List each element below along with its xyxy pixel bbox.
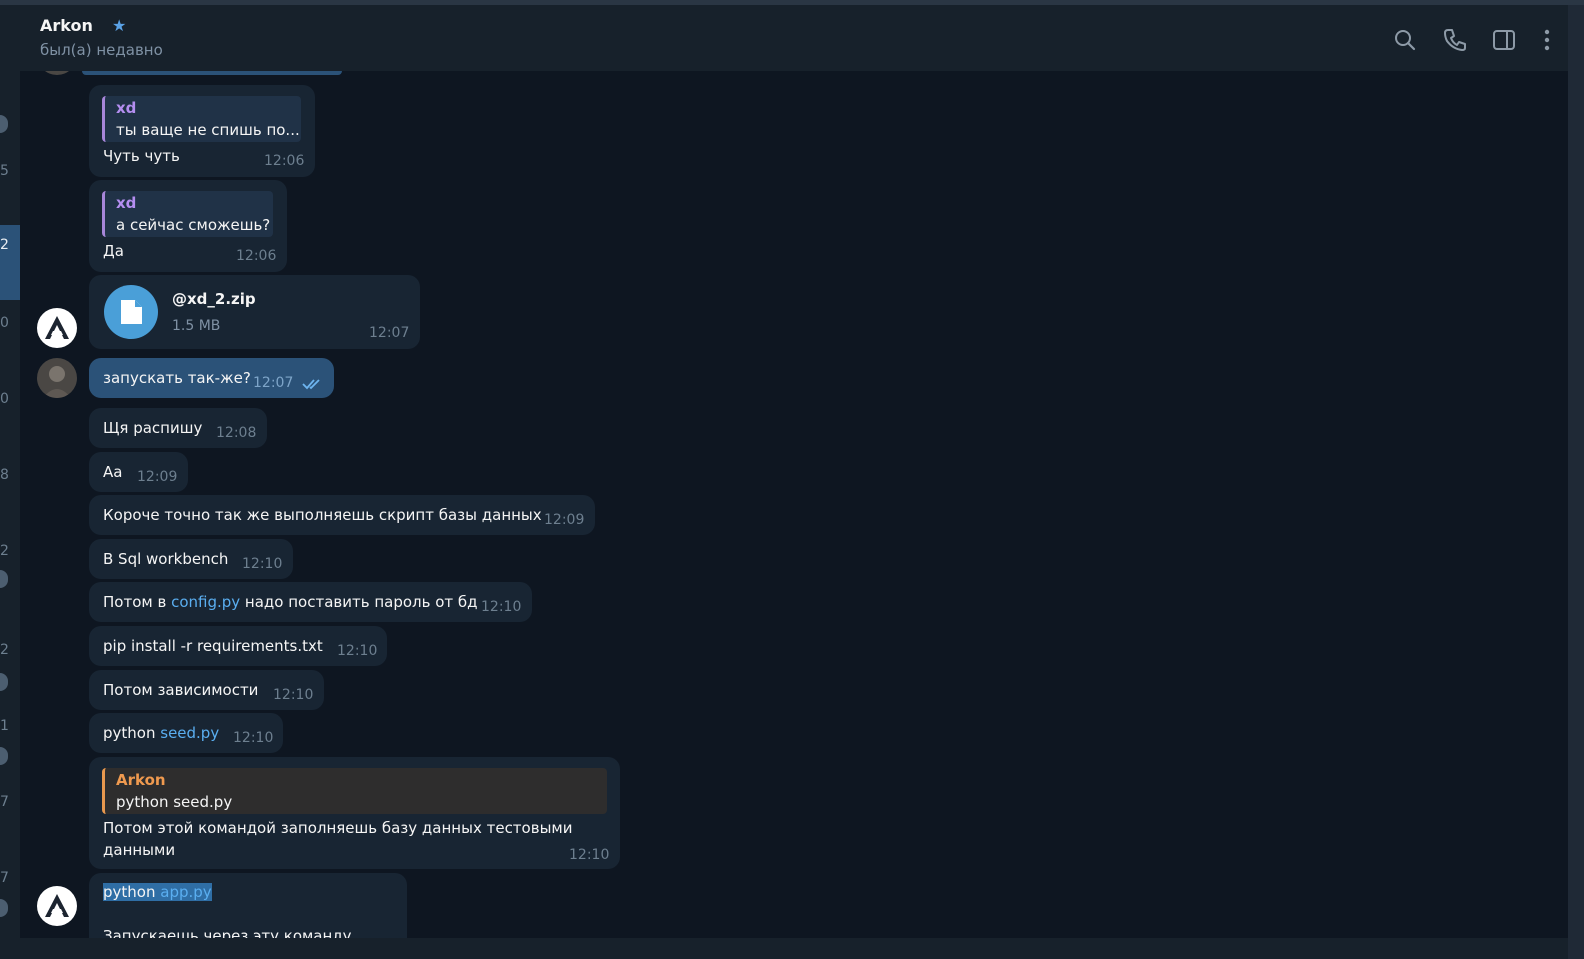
- message-bubble[interactable]: python app.py Запускаешь через эту коман…: [89, 873, 407, 938]
- reply-text: а сейчас сможешь?: [116, 216, 271, 234]
- chat-list-fragment: 8: [0, 467, 9, 483]
- message-time: 12:10: [569, 847, 610, 863]
- avatar[interactable]: [37, 308, 77, 348]
- message-time: 12:09: [544, 512, 585, 528]
- message-bubble[interactable]: Щя распишу 12:08: [89, 408, 267, 448]
- message-text: Потом этой командой заполняешь базу данн…: [103, 819, 573, 837]
- message-bubble[interactable]: Короче точно так же выполняешь скрипт ба…: [89, 495, 595, 535]
- message-time: 12:08: [216, 425, 257, 441]
- chat-list-fragment: 7: [0, 794, 9, 810]
- chat-list-fragment: 2: [0, 237, 9, 253]
- message-text: Потом в config.py надо поставить пароль …: [103, 593, 478, 611]
- chat-list-fragment: 2: [0, 543, 9, 559]
- message-time: 12:09: [137, 469, 178, 485]
- file-icon[interactable]: [104, 285, 158, 339]
- selected-message-text[interactable]: python app.py: [103, 883, 212, 901]
- message-time: 12:10: [337, 643, 378, 659]
- reply-text: python seed.py: [116, 793, 233, 811]
- file-name[interactable]: @xd_2.zip: [172, 290, 256, 308]
- reply-quote[interactable]: xd а сейчас сможешь?: [102, 191, 273, 237]
- file-message[interactable]: @xd_2.zip 1.5 MB 12:07: [89, 275, 420, 349]
- reply-author: xd: [116, 99, 137, 117]
- message-time: 12:10: [273, 687, 314, 703]
- message-text: Потом зависимости: [103, 681, 259, 699]
- message-text: Короче точно так же выполняешь скрипт ба…: [103, 506, 542, 524]
- message-time: 12:10: [481, 599, 522, 615]
- message-time: 12:07: [369, 325, 410, 341]
- avatar[interactable]: [37, 358, 77, 398]
- message-text: запускать так-же?: [103, 369, 251, 387]
- file-link[interactable]: config.py: [171, 593, 240, 611]
- reply-quote[interactable]: xd ты ваще не спишь по...: [102, 96, 301, 142]
- message-bubble[interactable]: xd а сейчас сможешь? Да 12:06: [89, 180, 287, 272]
- message-text: python seed.py: [103, 724, 220, 742]
- double-check-icon: [302, 376, 326, 395]
- chat-list-fragment: 2: [0, 642, 9, 658]
- message-text: pip install -r requirements.txt: [103, 637, 323, 655]
- phone-icon[interactable]: [1442, 27, 1468, 53]
- file-size: 1.5 MB: [172, 318, 221, 334]
- unread-badge: [0, 570, 8, 588]
- unread-badge: [0, 673, 8, 691]
- unread-badge: [0, 115, 8, 133]
- composer-edge: [20, 938, 1568, 959]
- avatar[interactable]: [37, 71, 77, 75]
- reply-author: Arkon: [116, 771, 166, 789]
- chat-list-fragment: 7: [0, 870, 9, 886]
- search-icon[interactable]: [1392, 27, 1418, 53]
- avatar[interactable]: [37, 886, 77, 926]
- message-text: В Sql workbench: [103, 550, 229, 568]
- chat-list-fragment: 0: [0, 391, 9, 407]
- star-icon: ★: [112, 16, 127, 35]
- message-bubble[interactable]: pip install -r requirements.txt 12:10: [89, 626, 387, 666]
- previous-message-edge: [82, 71, 342, 75]
- message-bubble[interactable]: Аа 12:09: [89, 452, 188, 492]
- message-time: 12:06: [236, 248, 277, 264]
- last-seen-status: был(а) недавно: [40, 41, 163, 59]
- message-bubble[interactable]: Потом зависимости 12:10: [89, 670, 324, 710]
- reply-text: ты ваще не спишь по...: [116, 121, 300, 139]
- message-text: Запускаешь через эту команду: [103, 927, 352, 938]
- message-text: данными: [103, 841, 176, 859]
- message-text: Аа: [103, 463, 123, 481]
- message-bubble[interactable]: xd ты ваще не спишь по... Чуть чуть 12:0…: [89, 85, 315, 177]
- chat-title[interactable]: Arkon: [40, 16, 93, 35]
- chat-list-fragment: 5: [0, 163, 9, 179]
- message-text: Щя распишу: [103, 419, 203, 437]
- message-text: Да: [103, 242, 124, 260]
- message-bubble[interactable]: Потом в config.py надо поставить пароль …: [89, 582, 532, 622]
- reply-author: xd: [116, 194, 137, 212]
- unread-badge: [0, 747, 8, 765]
- message-time: 12:06: [264, 153, 305, 169]
- sidebar-toggle-icon[interactable]: [1491, 27, 1517, 53]
- chat-list-fragment: 0: [0, 315, 9, 331]
- reply-quote[interactable]: Arkon python seed.py: [102, 768, 607, 814]
- message-bubble[interactable]: В Sql workbench 12:10: [89, 539, 293, 579]
- file-link[interactable]: seed.py: [160, 724, 219, 742]
- chat-list-edge[interactable]: 5 2 0 0 8 2 2 1 7 7: [0, 5, 20, 959]
- message-time: 12:10: [233, 730, 274, 746]
- more-vertical-icon[interactable]: [1534, 27, 1560, 53]
- chat-list-selected-item[interactable]: 2: [0, 225, 20, 300]
- message-text: Чуть чуть: [103, 147, 180, 165]
- message-list[interactable]: xd ты ваще не спишь по... Чуть чуть 12:0…: [20, 71, 1568, 938]
- message-bubble[interactable]: Arkon python seed.py Потом этой командой…: [89, 757, 620, 869]
- chat-list-fragment: 1: [0, 718, 9, 734]
- message-time: 12:10: [242, 556, 283, 572]
- unread-badge: [0, 899, 8, 917]
- message-time: 12:07: [253, 375, 294, 391]
- file-link[interactable]: app.py: [160, 883, 211, 901]
- outgoing-message[interactable]: запускать так-же? 12:07: [89, 358, 334, 398]
- chat-header: Arkon ★ был(а) недавно: [20, 5, 1568, 71]
- window-right-edge: [1568, 5, 1584, 959]
- message-bubble[interactable]: python seed.py 12:10: [89, 713, 283, 753]
